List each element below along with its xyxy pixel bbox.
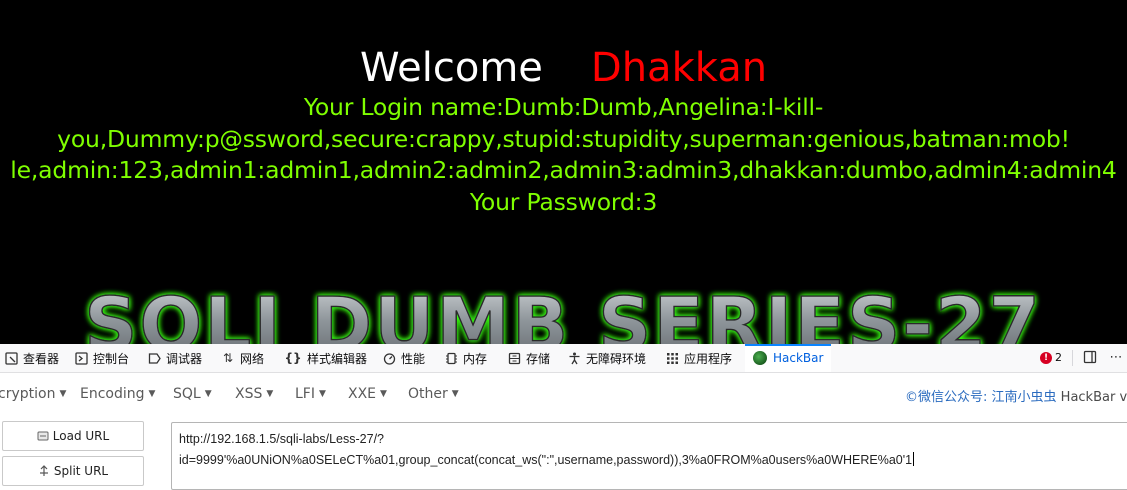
credit-suffix: HackBar v xyxy=(1056,390,1127,405)
chevron-down-icon: ▼ xyxy=(451,389,459,399)
tab-label: 性能 xyxy=(401,351,426,366)
tab-label: HackBar xyxy=(773,351,824,365)
text-caret xyxy=(913,452,915,466)
menu-xxe[interactable]: XXE ▼ xyxy=(348,386,387,402)
url-line-1: http://192.168.1.5/sqli-labs/Less-27/? xyxy=(179,432,384,446)
split-url-icon xyxy=(38,465,50,477)
screen: Welcome Dhakkan Your Login name:Dumb:Dumb… xyxy=(0,0,1127,490)
hackbar-menu-bar: cryption ▼ Encoding ▼ SQL ▼ XSS ▼ LFI ▼ XXE ▼ … xyxy=(0,373,1127,416)
tab-label: 查看器 xyxy=(23,351,60,366)
menu-other[interactable]: Other ▼ xyxy=(408,386,459,402)
chevron-down-icon: ▼ xyxy=(266,389,274,399)
menu-label: Other xyxy=(408,386,448,402)
tab-hackbar[interactable]: HackBar xyxy=(745,344,832,372)
menu-encoding[interactable]: Encoding ▼ xyxy=(80,386,155,402)
sqli-banner-logo: SQLI DUMB SERIES-27 xyxy=(83,284,1042,344)
devtools-toolbar: 查看器 控制台 调试器 ⇅ 网络 {} 样式编辑器 性能 内存 存储 无障碍环境… xyxy=(0,344,1127,373)
menu-label: XXE xyxy=(348,386,377,402)
tab-label: 控制台 xyxy=(93,351,130,366)
devtools-panel: 查看器 控制台 调试器 ⇅ 网络 {} 样式编辑器 性能 内存 存储 无障碍环境… xyxy=(0,344,1127,490)
menu-label: cryption xyxy=(0,386,56,402)
tab-label: 调试器 xyxy=(166,351,203,366)
split-url-button[interactable]: Split URL xyxy=(2,456,144,486)
chevron-down-icon: ▼ xyxy=(318,389,326,399)
web-page: Welcome Dhakkan Your Login name:Dumb:Dumb… xyxy=(0,0,1127,344)
hackbar-credit: ©微信公众号: 江南小虫虫 HackBar v xyxy=(905,386,1127,405)
menu-sql[interactable]: SQL ▼ xyxy=(173,386,212,402)
menu-label: SQL xyxy=(173,386,201,402)
tab-label: 样式编辑器 xyxy=(307,351,368,366)
credit-prefix: ©微信公众号: xyxy=(905,390,992,405)
error-icon: ! xyxy=(1040,351,1052,364)
welcome-word: Welcome xyxy=(359,45,543,91)
tab-inspector[interactable]: 查看器 xyxy=(4,344,59,372)
tab-label: 无障碍环境 xyxy=(586,351,647,366)
chevron-down-icon: ▼ xyxy=(59,389,67,399)
load-url-icon xyxy=(37,430,49,442)
style-editor-icon: {} xyxy=(284,351,302,365)
menu-label: XSS xyxy=(235,386,263,402)
menu-label: Encoding xyxy=(80,386,145,402)
tab-label: 网络 xyxy=(240,351,265,366)
menu-encryption[interactable]: cryption ▼ xyxy=(0,386,66,402)
url-line-2-text: id=9999'%a0UNiON%a0SELeCT%a01,group_conc… xyxy=(179,453,913,467)
network-icon: ⇅ xyxy=(222,351,234,365)
more-options-icon[interactable]: ⋯ xyxy=(1108,350,1124,366)
login-line-2: you,Dummy:p@ssword,secure:crappy,stupid:… xyxy=(57,124,1070,153)
welcome-name: Dhakkan xyxy=(590,45,768,91)
tab-storage[interactable]: 存储 xyxy=(507,344,550,372)
tab-debugger[interactable]: 调试器 xyxy=(147,344,202,372)
divider xyxy=(1072,350,1073,366)
tab-style-editor[interactable]: {} 样式编辑器 xyxy=(284,344,367,372)
menu-label: LFI xyxy=(295,386,315,402)
memory-icon xyxy=(444,351,458,365)
performance-icon xyxy=(382,351,396,365)
tab-memory[interactable]: 内存 xyxy=(444,344,487,372)
chevron-down-icon: ▼ xyxy=(204,389,212,399)
accessibility-icon xyxy=(567,351,581,365)
welcome-heading: Welcome Dhakkan xyxy=(0,44,1127,92)
application-icon xyxy=(665,351,679,365)
dock-side-icon[interactable] xyxy=(1082,350,1098,366)
tab-accessibility[interactable]: 无障碍环境 xyxy=(567,344,646,372)
tab-performance[interactable]: 性能 xyxy=(382,344,425,372)
chevron-down-icon: ▼ xyxy=(148,389,156,399)
tab-console[interactable]: 控制台 xyxy=(74,344,129,372)
inspector-icon xyxy=(4,351,18,365)
chevron-down-icon: ▼ xyxy=(380,389,387,399)
console-icon xyxy=(74,351,88,365)
error-count: 2 xyxy=(1055,351,1062,364)
tab-label: 内存 xyxy=(463,351,488,366)
tab-label: 应用程序 xyxy=(684,351,733,366)
hackbar-icon xyxy=(753,351,767,365)
load-url-label: Load URL xyxy=(52,429,110,443)
error-count-badge[interactable]: ! 2 xyxy=(1040,351,1062,364)
login-result: Your Login name:Dumb:Dumb,Angelina:I-kil… xyxy=(6,92,1121,218)
url-line-2: id=9999'%a0UNiON%a0SELeCT%a01,group_conc… xyxy=(179,450,1127,471)
split-url-label: Split URL xyxy=(53,464,109,478)
password-line: Your Password:3 xyxy=(469,187,658,216)
tab-network[interactable]: ⇅ 网络 xyxy=(221,344,264,372)
load-url-button[interactable]: Load URL xyxy=(2,421,144,451)
tab-application[interactable]: 应用程序 xyxy=(665,344,732,372)
menu-lfi[interactable]: LFI ▼ xyxy=(295,386,326,402)
login-line-3: le,admin:123,admin1:admin1,admin2:admin2… xyxy=(10,156,1117,184)
storage-icon xyxy=(507,351,521,365)
banner-text: SQLI DUMB SERIES-27 xyxy=(84,284,1042,344)
credit-link[interactable]: 江南小虫虫 xyxy=(992,390,1057,405)
tab-label: 存储 xyxy=(526,351,551,366)
menu-xss[interactable]: XSS ▼ xyxy=(235,386,273,402)
login-line-1: Your Login name:Dumb:Dumb,Angelina:I-kil… xyxy=(303,93,824,121)
debugger-icon xyxy=(147,351,161,365)
url-textarea[interactable]: http://192.168.1.5/sqli-labs/Less-27/? i… xyxy=(171,422,1127,490)
